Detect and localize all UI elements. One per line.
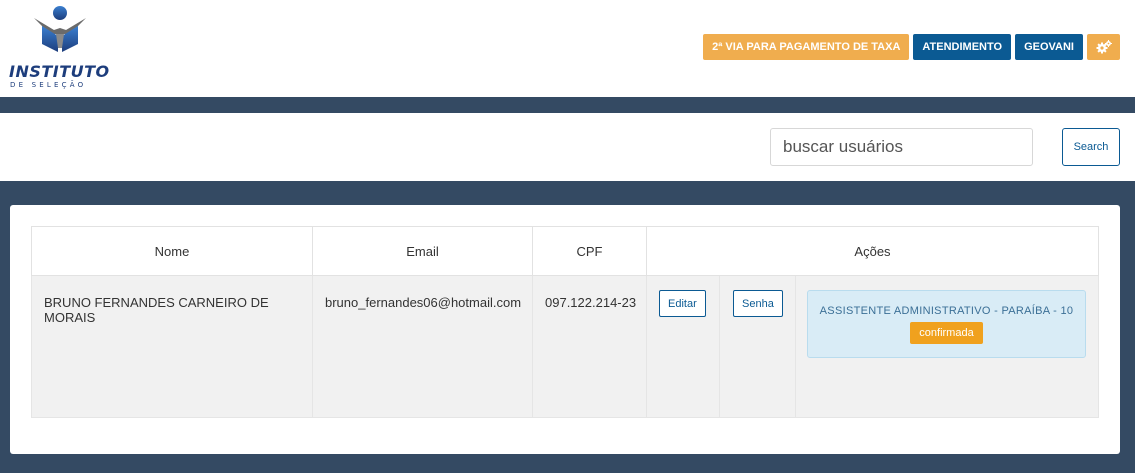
table-header-row: Nome Email CPF Ações [31, 226, 1099, 276]
editar-button[interactable]: Editar [659, 290, 706, 317]
users-panel: Nome Email CPF Ações BRUNO FERNANDES CAR… [10, 205, 1120, 454]
logo-emblem-icon [34, 6, 86, 52]
status-badge[interactable]: confirmada [910, 322, 983, 344]
header-acoes: Ações [646, 226, 1099, 276]
logo-title: INSTITUTO [9, 62, 110, 81]
inscricao-box: ASSISTENTE ADMINISTRATIVO - PARAÍBA - 10… [807, 290, 1086, 358]
cell-nome: BRUNO FERNANDES CARNEIRO DE MORAIS [31, 275, 313, 418]
cell-cpf: 097.122.214-23 [532, 275, 647, 418]
cell-inscricao: ASSISTENTE ADMINISTRATIVO - PARAÍBA - 10… [795, 275, 1099, 418]
users-table: Nome Email CPF Ações BRUNO FERNANDES CAR… [31, 226, 1099, 418]
settings-button[interactable] [1087, 34, 1120, 60]
cogs-icon [1096, 40, 1112, 54]
header-nome: Nome [31, 226, 313, 276]
top-nav: 2ª VIA PARA PAGAMENTO DE TAXA ATENDIMENT… [703, 34, 1120, 60]
senha-button[interactable]: Senha [733, 290, 783, 317]
atendimento-button[interactable]: ATENDIMENTO [913, 34, 1012, 60]
search-input[interactable] [770, 128, 1033, 166]
header-email: Email [312, 226, 533, 276]
top-header: INSTITUTO DE SELEÇÃO 2ª VIA PARA PAGAMEN… [0, 0, 1135, 97]
inscricao-label: ASSISTENTE ADMINISTRATIVO - PARAÍBA - 10 [819, 305, 1074, 317]
logo-subtitle: DE SELEÇÃO [10, 81, 87, 89]
header-cpf: CPF [532, 226, 647, 276]
logo[interactable]: INSTITUTO DE SELEÇÃO [6, 4, 116, 89]
header-divider [0, 97, 1135, 113]
cell-senha: Senha [719, 275, 796, 418]
user-menu-button[interactable]: GEOVANI [1015, 34, 1083, 60]
taxa-button[interactable]: 2ª VIA PARA PAGAMENTO DE TAXA [703, 34, 910, 60]
search-button[interactable]: Search [1062, 128, 1120, 166]
cell-email: bruno_fernandes06@hotmail.com [312, 275, 533, 418]
cell-editar: Editar [646, 275, 720, 418]
search-bar: Search [0, 113, 1135, 181]
table-row: BRUNO FERNANDES CARNEIRO DE MORAIS bruno… [31, 275, 1099, 418]
